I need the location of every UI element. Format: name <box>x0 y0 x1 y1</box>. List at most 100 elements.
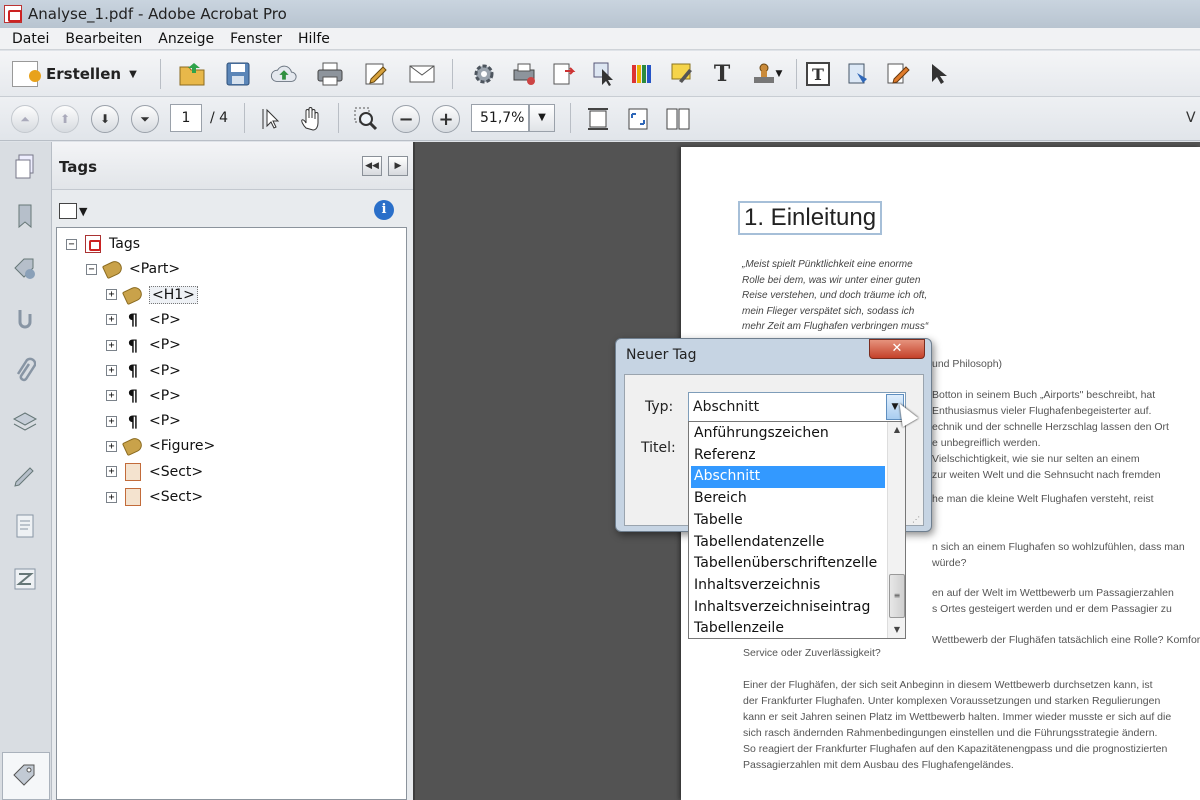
next-page-icon[interactable]: ⬇ <box>91 105 119 133</box>
tag-tree-node[interactable]: + ¶ <P> <box>106 360 181 382</box>
dropdown-option[interactable]: Referenz <box>691 445 885 467</box>
cloud-upload-icon[interactable] <box>270 60 298 88</box>
first-page-icon[interactable]: ⏶ <box>11 105 39 133</box>
expand-icon[interactable]: + <box>106 440 117 452</box>
window-title: Analyse_1.pdf - Adobe Acrobat Pro <box>28 5 287 23</box>
info-icon[interactable]: i <box>374 200 394 220</box>
content-page-icon[interactable] <box>10 512 40 542</box>
layers-icon[interactable] <box>10 408 40 438</box>
tag-tree-node[interactable]: + ¶ <P> <box>106 410 181 432</box>
menu-datei[interactable]: Datei <box>4 31 57 47</box>
tag-icon <box>9 760 39 790</box>
tag-tree-node[interactable]: − Tags <box>66 233 140 255</box>
last-page-icon[interactable]: ⏷ <box>131 105 159 133</box>
signatures-icon[interactable] <box>10 254 40 284</box>
comment-icon[interactable] <box>668 60 696 88</box>
full-screen-icon[interactable] <box>624 105 652 133</box>
reading-order-icon[interactable] <box>884 60 912 88</box>
menu-hilfe[interactable]: Hilfe <box>290 31 338 47</box>
gear-icon[interactable] <box>470 60 498 88</box>
paperclip-icon[interactable] <box>10 356 40 386</box>
page-number-input[interactable]: 1 <box>170 104 202 132</box>
attachments-link-icon[interactable] <box>10 304 40 334</box>
document-heading[interactable]: 1. Einleitung <box>738 201 883 235</box>
mail-icon[interactable] <box>408 60 436 88</box>
dropdown-option[interactable]: Tabelle <box>691 510 885 532</box>
document-tags-icon[interactable] <box>844 60 872 88</box>
text-field-icon[interactable]: T <box>804 60 832 88</box>
print-icon[interactable] <box>316 60 344 88</box>
scroll-down-icon[interactable]: ▼ <box>888 622 906 638</box>
menu-bearbeiten[interactable]: Bearbeiten <box>57 31 150 47</box>
type-label: Typ: <box>645 399 674 415</box>
tag-tree-node[interactable]: + ¶ <P> <box>106 334 181 356</box>
zoom-level-input[interactable]: 51,7% <box>471 104 529 132</box>
select-tool-icon[interactable] <box>257 105 285 133</box>
tag-tree-node[interactable]: + ¶ <P> <box>106 309 181 331</box>
tag-tree-node[interactable]: + <Sect> <box>106 486 203 508</box>
document-text-line: zur weiten Welt und die Sehnsucht nach f… <box>932 469 1161 481</box>
marquee-zoom-icon[interactable] <box>352 105 380 133</box>
expand-icon[interactable]: + <box>106 415 117 427</box>
expand-icon[interactable]: + <box>106 339 117 351</box>
dropdown-option[interactable]: Inhaltsverzeichniseintrag <box>691 597 885 619</box>
dropdown-option[interactable]: Anführungszeichen <box>691 423 885 445</box>
edit-document-icon[interactable] <box>362 60 390 88</box>
collapse-icon[interactable]: − <box>86 263 97 275</box>
open-icon[interactable] <box>178 60 206 88</box>
expand-icon[interactable]: + <box>106 390 117 402</box>
collapse-panel-icon[interactable]: ◀◀ <box>362 156 382 176</box>
tag-tree-node[interactable]: + <Figure> <box>106 435 215 457</box>
tag-tree-node[interactable]: + <Sect> <box>106 461 203 483</box>
dropdown-option[interactable]: Tabellenüberschriftenzelle <box>691 553 885 575</box>
zoom-in-icon[interactable]: + <box>432 105 460 133</box>
tag-tree-node-label: <P> <box>149 337 181 354</box>
zoom-out-icon[interactable]: − <box>392 105 420 133</box>
expand-icon[interactable]: + <box>106 289 117 301</box>
print-production-icon[interactable] <box>510 60 538 88</box>
expand-icon[interactable]: + <box>106 314 117 326</box>
select-object-icon[interactable] <box>590 60 618 88</box>
save-icon[interactable] <box>224 60 252 88</box>
text-tool-icon[interactable]: T <box>708 60 736 88</box>
type-select[interactable]: Abschnitt <box>688 392 906 422</box>
expand-panel-icon[interactable]: ▶ <box>388 156 408 176</box>
options-button[interactable]: ▼ <box>59 201 91 221</box>
order-icon[interactable] <box>10 564 40 594</box>
dropdown-option[interactable]: Bereich <box>691 488 885 510</box>
pointer-icon[interactable] <box>924 60 952 88</box>
two-page-view-icon[interactable] <box>664 105 692 133</box>
fit-page-icon[interactable] <box>584 105 612 133</box>
tag-tree-node[interactable]: − <Part> <box>86 258 180 280</box>
dropdown-option[interactable]: Inhaltsverzeichnis <box>691 575 885 597</box>
dropdown-option[interactable]: Tabellenzeile <box>691 618 885 640</box>
menu-anzeige[interactable]: Anzeige <box>150 31 222 47</box>
expand-icon[interactable]: + <box>106 466 117 478</box>
export-icon[interactable] <box>550 60 578 88</box>
collapse-icon[interactable]: − <box>66 238 77 250</box>
resize-grip-icon[interactable]: ⋰ <box>912 515 920 524</box>
create-button[interactable]: Erstellen ▼ <box>12 60 137 88</box>
bookmarks-icon[interactable] <box>10 202 40 232</box>
document-text-line: So reagiert der Frankfurter Flughafen au… <box>743 743 1168 755</box>
expand-icon[interactable]: + <box>106 365 117 376</box>
hand-tool-icon[interactable] <box>297 105 325 133</box>
chevron-down-icon[interactable]: ▼ <box>772 60 786 88</box>
dropdown-option[interactable]: Abschnitt <box>691 466 885 489</box>
color-bars-icon[interactable] <box>628 60 656 88</box>
dialog-title: Neuer Tag <box>626 347 697 363</box>
menu-fenster[interactable]: Fenster <box>222 31 290 47</box>
page-thumbnails-icon[interactable] <box>10 152 40 182</box>
zoom-dropdown-chevron-icon[interactable]: ▼ <box>529 104 555 132</box>
expand-icon[interactable]: + <box>106 491 117 503</box>
dropdown-scrollbar[interactable]: ▲ ≡ ▼ <box>887 422 905 638</box>
signature-pen-icon[interactable] <box>10 460 40 490</box>
type-dropdown-list: Anführungszeichen Referenz Abschnitt Bereic… <box>688 421 906 639</box>
dropdown-option[interactable]: Tabellendatenzelle <box>691 532 885 554</box>
previous-page-icon[interactable]: ⬆ <box>51 105 79 133</box>
scroll-thumb[interactable]: ≡ <box>889 574 905 618</box>
tag-tree-node[interactable]: + <H1> <box>106 284 198 306</box>
tag-tree-node-label: <P> <box>149 311 181 328</box>
close-icon[interactable]: ✕ <box>869 339 925 359</box>
tag-tree-node[interactable]: + ¶ <P> <box>106 385 181 407</box>
